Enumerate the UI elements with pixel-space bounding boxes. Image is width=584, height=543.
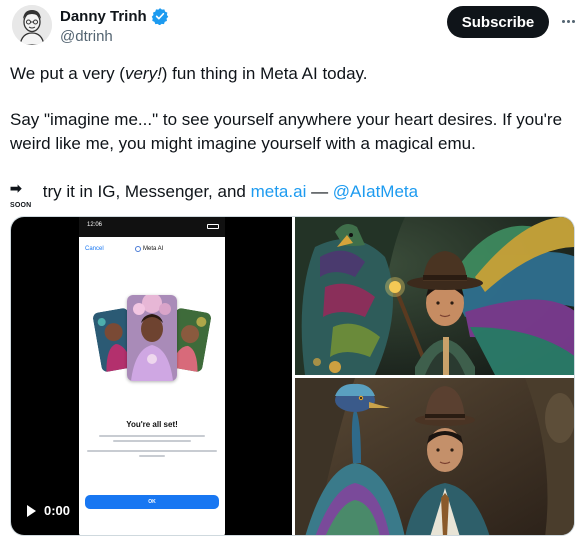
soon-arrow-emoji-icon: ➡ SOON <box>10 180 34 209</box>
author-name-row[interactable]: Danny Trinh <box>60 7 169 25</box>
status-time: 12:06 <box>87 222 103 228</box>
video-controls[interactable]: 0:00 <box>27 503 70 518</box>
phone-title-text: Meta AI <box>143 246 164 252</box>
phone-cancel-link: Cancel <box>85 246 104 252</box>
play-icon[interactable] <box>27 504 36 517</box>
text-segment: We put a very ( <box>10 64 125 83</box>
soon-arrow-glyph: ➡ <box>10 180 22 196</box>
fine-print-line <box>99 435 205 437</box>
phone-ok-button: OK <box>85 495 219 509</box>
text-segment: try it in IG, Messenger, and <box>38 182 251 201</box>
video-player[interactable]: 12:06 Cancel Meta AI You're all set! OK … <box>11 217 292 535</box>
fine-print-line <box>113 440 191 442</box>
man-with-peacock-bird-image[interactable] <box>295 217 574 375</box>
author-name[interactable]: Danny Trinh <box>60 8 147 25</box>
text-segment: — <box>306 182 333 201</box>
portrait-card-center <box>127 295 177 381</box>
more-icon[interactable] <box>558 11 578 31</box>
text-emphasis: very! <box>124 64 162 83</box>
text-segment: ) fun thing in Meta AI today. <box>161 64 368 83</box>
fine-print-line <box>87 450 217 452</box>
avatar[interactable] <box>12 5 52 45</box>
portrait-cards <box>92 295 212 395</box>
media-grid: 12:06 Cancel Meta AI You're all set! OK … <box>10 216 575 536</box>
soon-label: SOON <box>10 202 32 209</box>
meta-ai-link[interactable]: meta.ai <box>251 180 307 204</box>
verified-badge-icon <box>151 7 169 25</box>
tweet-header: Danny Trinh @dtrinh Subscribe <box>10 3 580 51</box>
battery-icon <box>207 224 219 229</box>
video-time: 0:00 <box>44 503 71 518</box>
phone-nav-bar: Cancel Meta AI <box>79 243 225 259</box>
author-handle[interactable]: @dtrinh <box>60 28 113 45</box>
fine-print-line <box>139 455 165 457</box>
man-with-emu-image[interactable] <box>295 378 574 535</box>
phone-title: Meta AI <box>135 246 163 252</box>
tweet-paragraph-2: Say "imagine me..." to see yourself anyw… <box>10 110 563 153</box>
phone-status-bar: 12:06 <box>79 217 225 237</box>
phone-screen: 12:06 Cancel Meta AI You're all set! OK <box>79 217 225 535</box>
phone-heading: You're all set! <box>126 420 178 429</box>
aiatmeta-mention-link[interactable]: @AIatMeta <box>333 180 418 204</box>
meta-ai-ring-icon <box>135 246 141 252</box>
tweet-paragraph-3: ➡ SOON try it in IG, Messenger, and meta… <box>10 180 418 209</box>
tweet-paragraph-1: We put a very (very!) fun thing in Meta … <box>10 62 368 86</box>
subscribe-button[interactable]: Subscribe <box>447 6 549 38</box>
